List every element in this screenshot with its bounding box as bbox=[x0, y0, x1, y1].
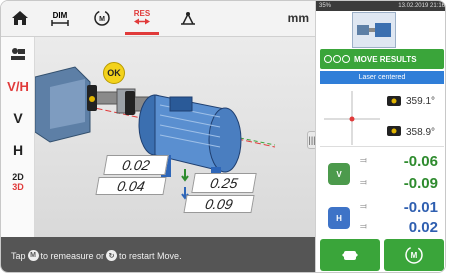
remeasure-button[interactable]: M bbox=[384, 239, 444, 271]
hint-bar: Tap M to remeasure or ↻ to restart Move. bbox=[1, 237, 315, 272]
sensor-top-icon bbox=[387, 96, 401, 106]
svg-text:M: M bbox=[411, 251, 418, 260]
move-results-icon bbox=[324, 55, 350, 63]
back-foot-icon: ⫤ bbox=[360, 221, 367, 231]
app-screen: DIM M RES mm V/H V H 2D 3D OK 0.02 0.25 … bbox=[0, 0, 446, 273]
horizontal-view-button[interactable]: H bbox=[1, 137, 35, 163]
horizontal-badge: H bbox=[328, 207, 350, 229]
dimensions-label: DIM bbox=[52, 10, 68, 20]
motor-terminal-box bbox=[169, 96, 193, 112]
units-label[interactable]: mm bbox=[288, 11, 309, 25]
vertical-front-value: -0.06 bbox=[403, 153, 438, 170]
motor-back-face bbox=[208, 107, 242, 173]
hint-middle: to remeasure or bbox=[40, 250, 105, 261]
horizontal-front-value: -0.01 bbox=[403, 199, 438, 216]
results-panel: 35% 13.02.2019 21:16 MOVE RESULTS Laser … bbox=[315, 1, 445, 272]
front-foot-arrow bbox=[181, 169, 189, 182]
sensor-bottom-icon bbox=[387, 126, 401, 136]
measure-button[interactable]: M bbox=[89, 1, 115, 35]
stationary-machine-face bbox=[50, 79, 85, 129]
machine-view-icon bbox=[11, 48, 25, 60]
status-datetime: 13.02.2019 21:16 bbox=[398, 3, 445, 9]
home-button[interactable] bbox=[7, 1, 33, 35]
angle-top-value: 359.1° bbox=[406, 96, 436, 107]
hint-suffix: to restart Move. bbox=[119, 250, 182, 261]
back-horizontal-value: 0.09 bbox=[183, 195, 255, 213]
measure-cycle-icon: M bbox=[94, 10, 110, 26]
home-icon bbox=[12, 11, 28, 25]
back-vertical-value: 0.25 bbox=[191, 173, 257, 193]
results-label: RES bbox=[133, 8, 151, 18]
tolerance-button[interactable] bbox=[175, 1, 201, 35]
toggle-3d-label: 3D bbox=[12, 182, 24, 192]
hint-prefix: Tap bbox=[11, 250, 26, 261]
sensor-head-right bbox=[125, 91, 135, 115]
vh-view-button[interactable]: V/H bbox=[1, 73, 35, 99]
vertical-badge: V bbox=[328, 163, 350, 185]
results-arrows-icon bbox=[134, 18, 150, 24]
front-vertical-value: 0.02 bbox=[103, 155, 169, 175]
restart-move-button[interactable] bbox=[320, 239, 380, 271]
remeasure-icon: M bbox=[405, 246, 423, 264]
machine-thumbnail[interactable] bbox=[352, 12, 396, 48]
machine-3d-view[interactable]: OK 0.02 0.25 0.04 0.09 bbox=[34, 37, 315, 237]
front-foot-icon: ⫤ bbox=[360, 201, 367, 211]
sensor-led-left bbox=[89, 96, 95, 102]
horizontal-back-value: 0.02 bbox=[408, 219, 438, 236]
dimension-toggle-button[interactable]: 2D 3D bbox=[1, 167, 35, 197]
status-bar: 35% 13.02.2019 21:16 bbox=[316, 1, 445, 11]
ok-badge: OK bbox=[103, 62, 125, 84]
dimension-arrows-icon bbox=[51, 19, 69, 26]
dimensions-button[interactable]: DIM bbox=[47, 1, 73, 35]
svg-text:M: M bbox=[99, 16, 105, 23]
inclinometer-area: 359.1° 358.9° bbox=[320, 85, 444, 147]
machine-thumbnail-icon bbox=[357, 23, 391, 37]
machine-train-drawing bbox=[34, 66, 276, 200]
battery-level: 35% bbox=[319, 3, 332, 9]
move-results-button[interactable]: MOVE RESULTS bbox=[320, 49, 444, 69]
restart-hint-icon: ↻ bbox=[106, 250, 118, 261]
tolerance-icon bbox=[181, 12, 195, 25]
remeasure-hint-icon: M bbox=[27, 250, 39, 261]
machine-view-button[interactable] bbox=[1, 41, 35, 67]
vertical-view-button[interactable]: V bbox=[1, 105, 35, 131]
toggle-2d-label: 2D bbox=[12, 172, 24, 182]
laser-status: Laser centered bbox=[320, 71, 444, 84]
front-foot-icon: ⫤ bbox=[360, 155, 367, 165]
vertical-results: V ⫤ -0.06 ⫤ -0.09 bbox=[320, 149, 444, 201]
front-horizontal-value: 0.04 bbox=[95, 177, 167, 195]
vertical-back-value: -0.09 bbox=[403, 175, 438, 192]
restart-icon bbox=[342, 251, 358, 260]
results-tab[interactable]: RES bbox=[125, 1, 159, 35]
top-toolbar: DIM M RES mm bbox=[1, 1, 315, 37]
back-foot-icon: ⫤ bbox=[360, 177, 367, 187]
left-toolbar: V/H V H 2D 3D bbox=[1, 37, 35, 237]
move-results-label: MOVE RESULTS bbox=[354, 54, 417, 64]
angle-bottom-value: 358.9° bbox=[406, 127, 436, 138]
